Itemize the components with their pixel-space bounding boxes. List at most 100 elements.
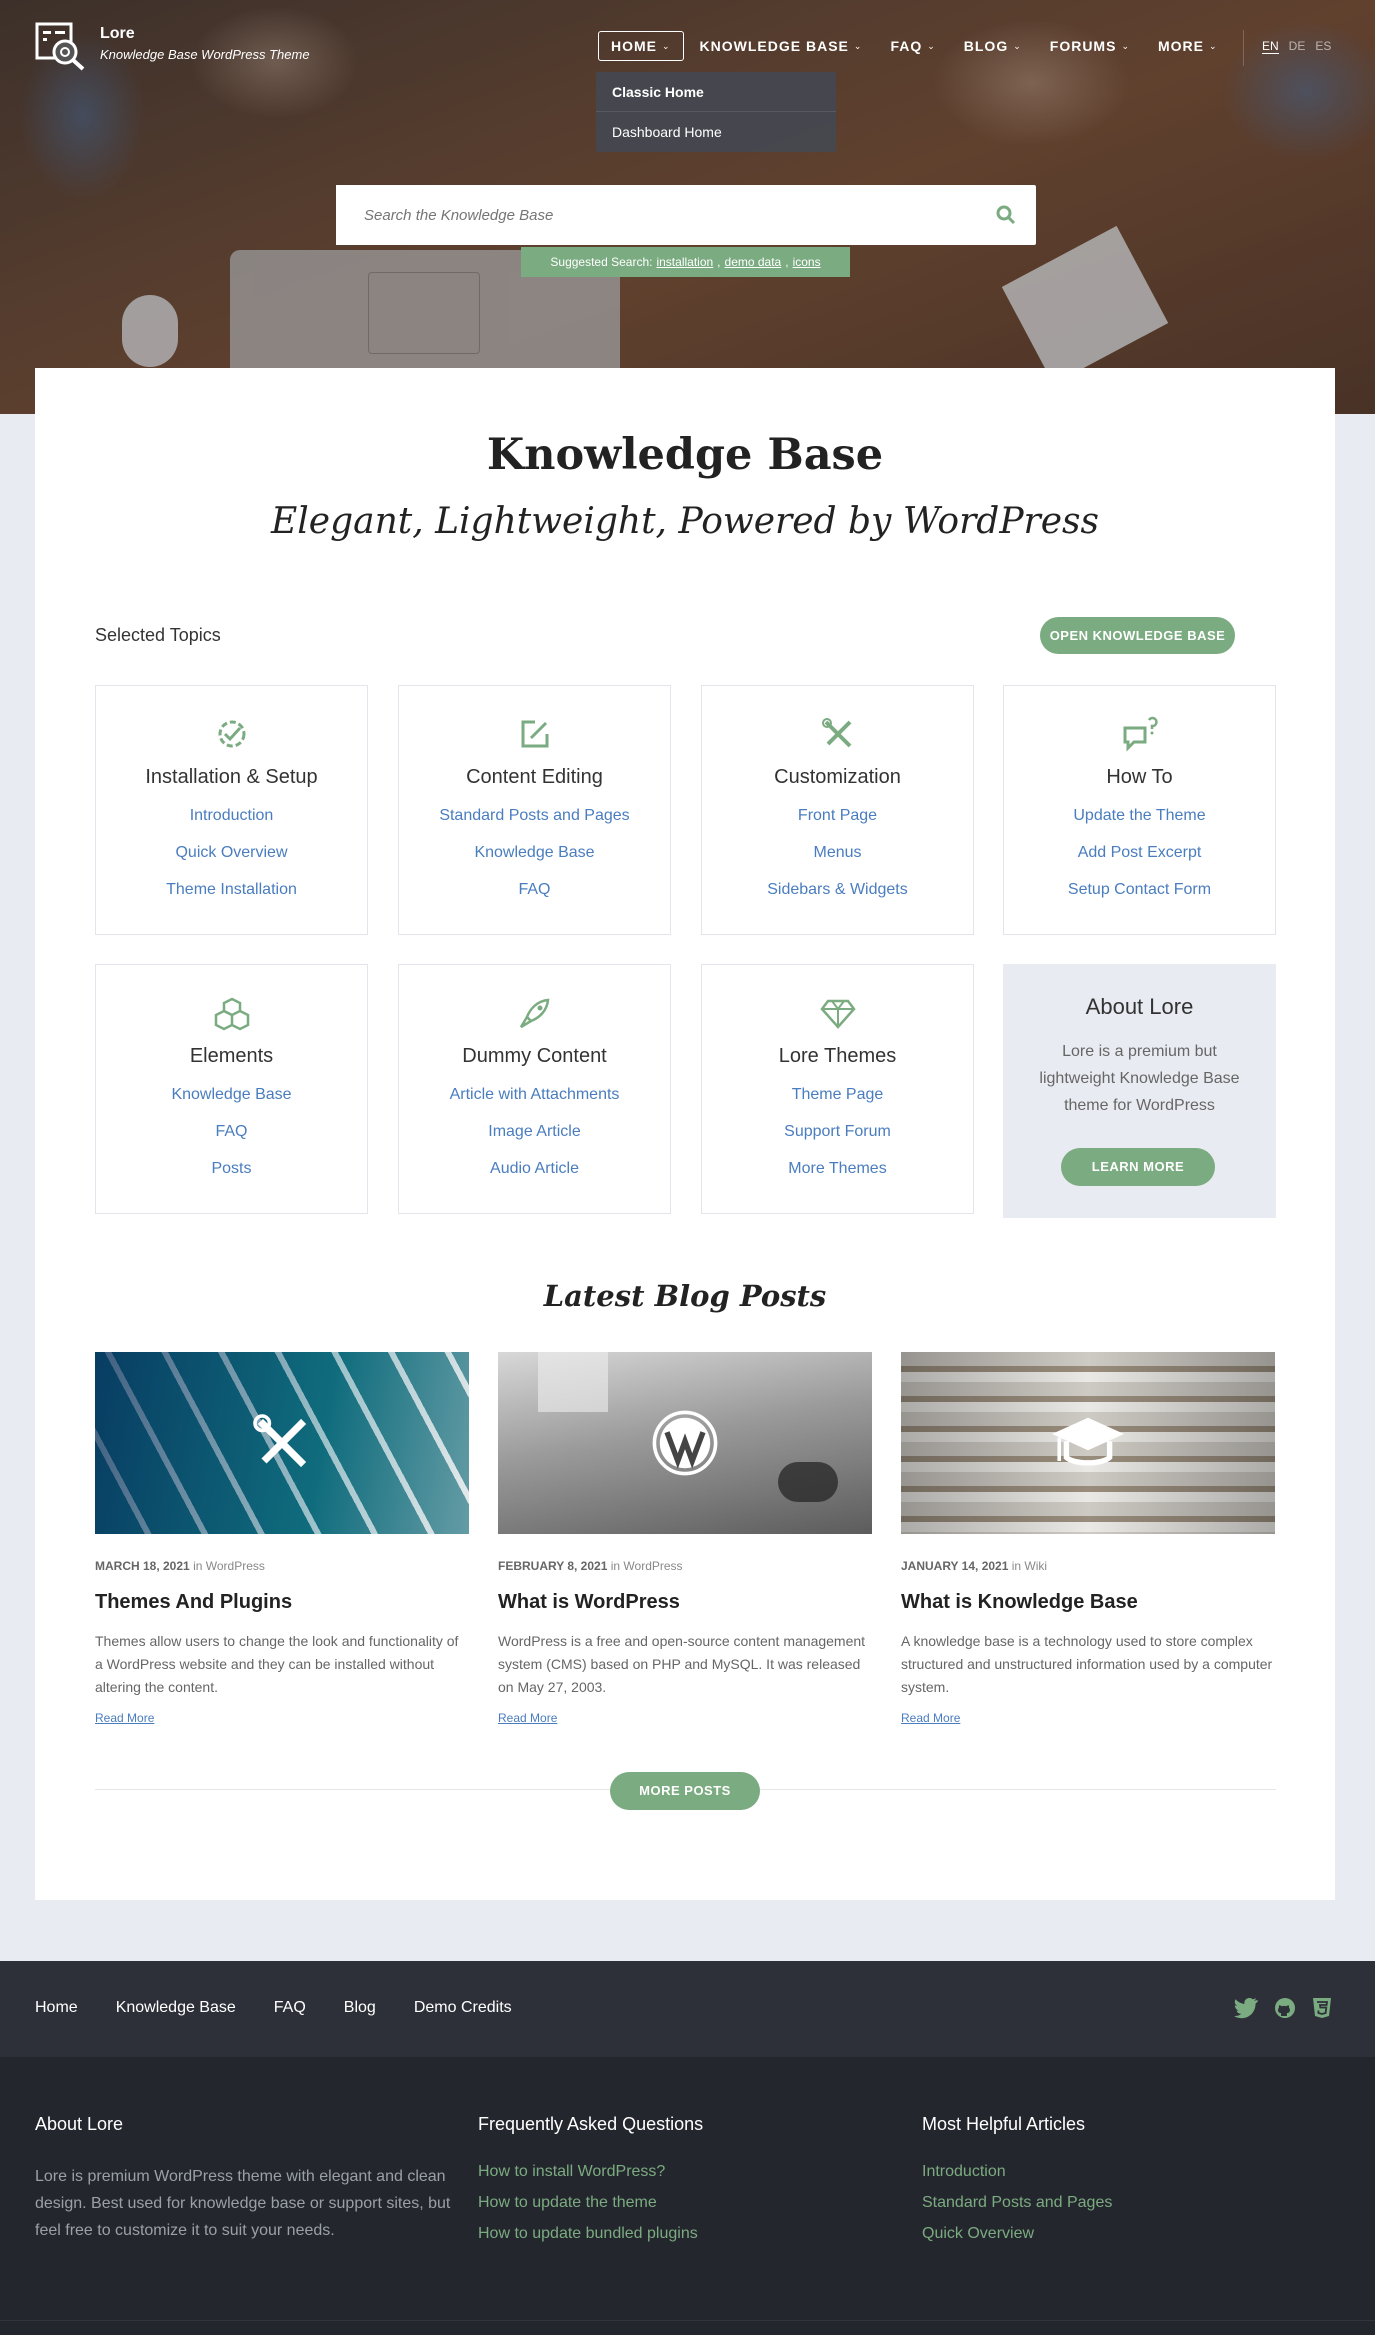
topic-link[interactable]: Quick Overview: [96, 844, 367, 862]
topic-title: Customization: [774, 766, 901, 788]
chevron-down-icon: ⌄: [662, 40, 671, 51]
more-posts-button[interactable]: MORE POSTS: [610, 1772, 760, 1810]
topic-link[interactable]: Knowledge Base: [399, 844, 670, 862]
logo-icon[interactable]: [35, 22, 87, 72]
post-title[interactable]: What is WordPress: [498, 1591, 872, 1614]
chevron-down-icon: ⌄: [1208, 40, 1218, 51]
nav-forums-label: FORUMS: [1049, 38, 1117, 54]
footer-faq-link[interactable]: How to update bundled plugins: [478, 2225, 703, 2243]
post-in: in: [193, 1559, 203, 1573]
topic-title: Content Editing: [466, 766, 603, 788]
topic-link[interactable]: FAQ: [399, 881, 670, 899]
learn-more-button[interactable]: LEARN MORE: [1061, 1148, 1215, 1186]
nav-forums[interactable]: FORUMS ⌄: [1038, 32, 1142, 60]
topic-link[interactable]: Add Post Excerpt: [1004, 844, 1275, 862]
post-image[interactable]: [901, 1352, 1275, 1534]
language-switcher: EN DE ES: [1262, 39, 1331, 54]
lang-de[interactable]: DE: [1289, 39, 1306, 54]
lang-es[interactable]: ES: [1315, 39, 1331, 54]
topic-title: Dummy Content: [462, 1045, 607, 1067]
topic-link[interactable]: Standard Posts and Pages: [399, 807, 670, 825]
topic-card: Installation & Setup Introduction Quick …: [95, 685, 368, 935]
post-excerpt: WordPress is a free and open-source cont…: [498, 1633, 866, 1695]
read-more-link[interactable]: Read More: [901, 1711, 960, 1725]
home-dropdown-menu: Classic Home Dashboard Home: [596, 72, 836, 152]
topic-link[interactable]: Setup Contact Form: [1004, 881, 1275, 899]
topic-link[interactable]: Sidebars & Widgets: [702, 881, 973, 899]
topic-link[interactable]: Theme Page: [702, 1086, 973, 1104]
post-title[interactable]: Themes And Plugins: [95, 1591, 469, 1614]
suggested-search-label: Suggested Search:: [550, 255, 653, 269]
blog-post: JANUARY 14, 2021 in Wiki What is Knowled…: [901, 1352, 1275, 1727]
post-category[interactable]: Wiki: [1024, 1559, 1047, 1573]
post-date: FEBRUARY 8, 2021: [498, 1559, 608, 1573]
topic-card: Elements Knowledge Base FAQ Posts: [95, 964, 368, 1214]
footer-helpful-link[interactable]: Quick Overview: [922, 2225, 1112, 2243]
nav-home[interactable]: HOME ⌄: [598, 31, 684, 61]
nav-faq[interactable]: FAQ ⌄: [878, 32, 947, 60]
post-category[interactable]: WordPress: [206, 1559, 265, 1573]
topic-card: How To Update the Theme Add Post Excerpt…: [1003, 685, 1276, 935]
topic-link[interactable]: Menus: [702, 844, 973, 862]
topic-title: How To: [1106, 766, 1173, 788]
post-meta: MARCH 18, 2021 in WordPress: [95, 1559, 469, 1573]
suggested-search: Suggested Search: installation, demo dat…: [521, 247, 850, 277]
html5-icon[interactable]: [1312, 1997, 1332, 2019]
suggestion-link[interactable]: icons: [793, 255, 821, 269]
footer-helpful-link[interactable]: Introduction: [922, 2163, 1112, 2181]
nav-more-label: MORE: [1157, 38, 1204, 54]
footer-link-demo-credits[interactable]: Demo Credits: [414, 1999, 512, 2017]
blog-post: MARCH 18, 2021 in WordPress Themes And P…: [95, 1352, 469, 1727]
post-image[interactable]: [498, 1352, 872, 1534]
topic-link[interactable]: Audio Article: [399, 1160, 670, 1178]
topic-link[interactable]: Image Article: [399, 1123, 670, 1141]
footer-nav: Home Knowledge Base FAQ Blog Demo Credit…: [0, 1961, 1375, 2057]
topic-card: Lore Themes Theme Page Support Forum Mor…: [701, 964, 974, 1214]
chevron-down-icon: ⌄: [1121, 40, 1130, 51]
nav-more[interactable]: MORE ⌄: [1146, 32, 1230, 60]
question-chat-icon: [1123, 716, 1158, 752]
search-input[interactable]: [336, 185, 976, 245]
topic-link[interactable]: Article with Attachments: [399, 1086, 670, 1104]
nav-knowledge-base[interactable]: KNOWLEDGE BASE ⌄: [688, 32, 875, 60]
footer-link-blog[interactable]: Blog: [344, 1999, 376, 2017]
topic-link[interactable]: Update the Theme: [1004, 807, 1275, 825]
suggestion-link[interactable]: installation: [656, 255, 713, 269]
topic-link[interactable]: Support Forum: [702, 1123, 973, 1141]
footer-faq-link[interactable]: How to update the theme: [478, 2194, 703, 2212]
topic-title: Lore Themes: [778, 1045, 897, 1067]
latest-posts-heading: Latest Blog Posts: [543, 1279, 827, 1313]
tools-icon: [253, 1414, 307, 1468]
open-knowledge-base-button[interactable]: OPEN KNOWLEDGE BASE: [1040, 617, 1235, 654]
edit-icon: [521, 720, 549, 748]
menu-item-classic-home[interactable]: Classic Home: [596, 72, 836, 112]
twitter-icon[interactable]: [1234, 1997, 1258, 2019]
topic-link[interactable]: Theme Installation: [96, 881, 367, 899]
footer-link-knowledge-base[interactable]: Knowledge Base: [116, 1999, 236, 2017]
post-category[interactable]: WordPress: [623, 1559, 682, 1573]
post-in: in: [1011, 1559, 1022, 1573]
post-image[interactable]: [95, 1352, 469, 1534]
menu-item-dashboard-home[interactable]: Dashboard Home: [596, 112, 836, 152]
read-more-link[interactable]: Read More: [498, 1711, 557, 1725]
topic-link[interactable]: More Themes: [702, 1160, 973, 1178]
topic-link[interactable]: FAQ: [96, 1123, 367, 1141]
topic-link[interactable]: Knowledge Base: [96, 1086, 367, 1104]
footer-faq-link[interactable]: How to install WordPress?: [478, 2163, 703, 2181]
footer-link-faq[interactable]: FAQ: [274, 1999, 306, 2017]
topic-link[interactable]: Front Page: [702, 807, 973, 825]
post-meta: FEBRUARY 8, 2021 in WordPress: [498, 1559, 872, 1573]
lang-en[interactable]: EN: [1262, 39, 1279, 54]
nav-blog[interactable]: BLOG ⌄: [952, 32, 1034, 60]
read-more-link[interactable]: Read More: [95, 1711, 154, 1725]
topic-link[interactable]: Posts: [96, 1160, 367, 1178]
github-icon[interactable]: [1274, 1997, 1296, 2019]
topic-link[interactable]: Introduction: [96, 807, 367, 825]
page-subtitle: Elegant, Lightweight, Powered by WordPre…: [270, 501, 1100, 542]
brand-name[interactable]: Lore: [100, 25, 135, 43]
suggestion-link[interactable]: demo data: [725, 255, 782, 269]
footer-link-home[interactable]: Home: [35, 1999, 78, 2017]
footer-helpful-link[interactable]: Standard Posts and Pages: [922, 2194, 1112, 2212]
search-button[interactable]: [976, 205, 1036, 225]
post-title[interactable]: What is Knowledge Base: [901, 1591, 1275, 1614]
